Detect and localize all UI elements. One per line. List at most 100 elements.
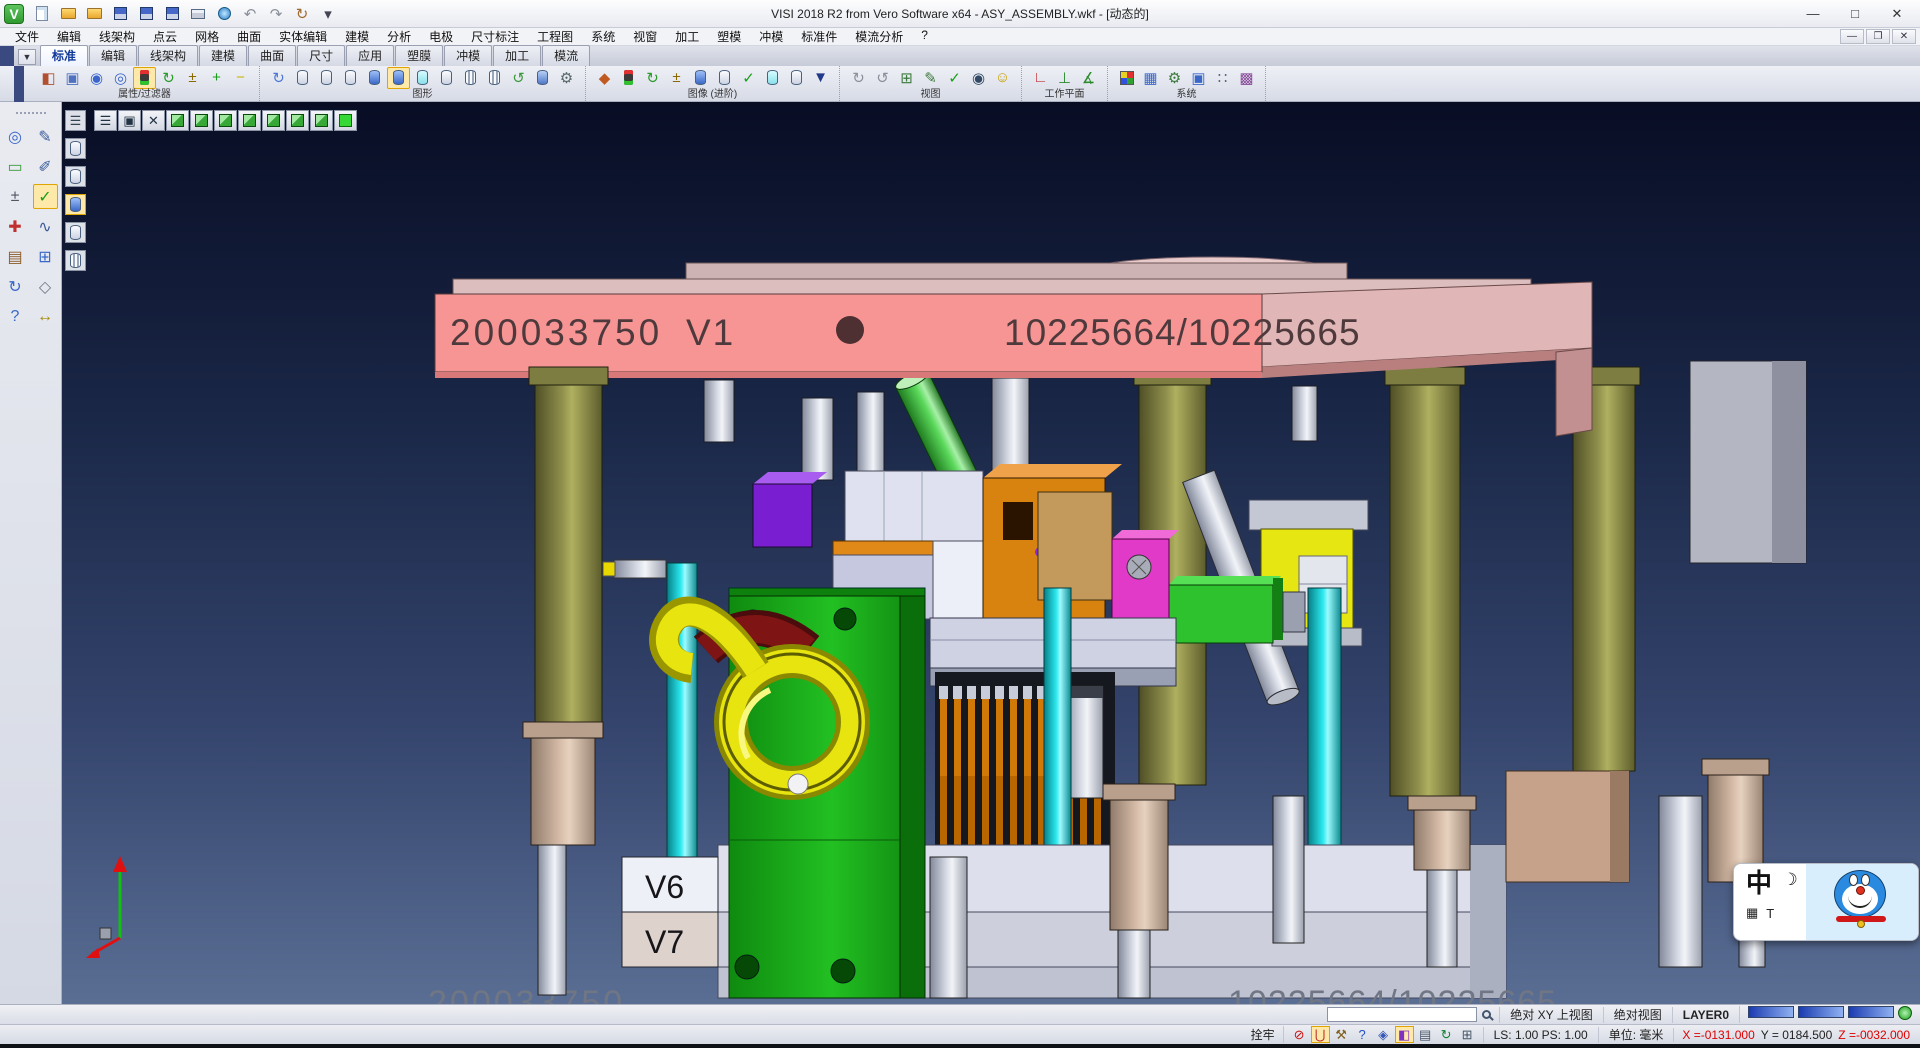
print-icon[interactable] xyxy=(186,3,210,25)
show-add-icon[interactable]: ◉ xyxy=(85,67,108,89)
color-palette-icon[interactable] xyxy=(1115,67,1138,89)
magnet-snap-icon[interactable]: ⋃ xyxy=(1311,1026,1330,1043)
menu-electrode[interactable]: 电极 xyxy=(420,28,462,45)
freehand-curve-icon[interactable]: ✐ xyxy=(33,154,58,179)
help-icon[interactable]: ? xyxy=(3,304,28,329)
select-options-icon[interactable]: ∷ xyxy=(1211,67,1234,89)
cyan-cylinder-icon[interactable] xyxy=(761,67,784,89)
view-right-icon[interactable] xyxy=(286,110,309,131)
filter-document-icon[interactable]: ▣ xyxy=(61,67,84,89)
box-select-icon[interactable]: ▭ xyxy=(3,154,28,179)
cone-display-icon[interactable]: ▼ xyxy=(809,67,832,89)
grid-settings-icon[interactable]: ▩ xyxy=(1235,67,1258,89)
color-swatch-3[interactable] xyxy=(1848,1006,1894,1023)
open-recent-icon[interactable] xyxy=(82,3,106,25)
edit-body-icon[interactable] xyxy=(531,67,554,89)
menu-analysis[interactable]: 分析 xyxy=(378,28,420,45)
confirm-check-icon[interactable]: ✓ xyxy=(33,184,58,209)
delete-sketch-icon[interactable]: ✎ xyxy=(33,124,58,149)
guide-pillar-3[interactable] xyxy=(1385,367,1465,796)
qat-dropdown-icon[interactable]: ▾ xyxy=(316,3,340,25)
layer-cylinder-4-icon[interactable] xyxy=(65,222,86,243)
mdi-restore-button[interactable]: ❐ xyxy=(1866,29,1890,44)
view-orientation-label[interactable]: 绝对 XY 上视图 xyxy=(1499,1007,1602,1023)
tab-dropdown-button[interactable]: ▼ xyxy=(18,49,36,65)
wireframe-cylinder-icon[interactable] xyxy=(291,67,314,89)
tools-icon[interactable]: ⚒ xyxy=(1332,1026,1351,1043)
zoom-extents-icon[interactable]: ± xyxy=(3,184,28,209)
view-back-icon[interactable] xyxy=(238,110,261,131)
clip-plane-icon[interactable] xyxy=(785,67,808,89)
tab-surface[interactable]: 曲面 xyxy=(248,45,296,66)
view-plane-icon[interactable]: ⊞ xyxy=(895,67,918,89)
tab-progress[interactable]: 冲模 xyxy=(444,45,492,66)
workplane-swap-icon[interactable]: ∡ xyxy=(1077,67,1100,89)
mdi-close-button[interactable]: ✕ xyxy=(1892,29,1916,44)
tab-standard[interactable]: 标准 xyxy=(40,45,88,66)
view-top-icon[interactable] xyxy=(310,110,333,131)
tab-mould[interactable]: 塑膜 xyxy=(395,45,443,66)
ejector-pin-cluster[interactable] xyxy=(935,672,1115,860)
auto-rotate-icon[interactable]: ↻ xyxy=(1437,1026,1456,1043)
multi-body-icon[interactable] xyxy=(483,67,506,89)
maximize-button[interactable]: □ xyxy=(1834,2,1876,26)
sprue-fitting[interactable] xyxy=(603,560,666,578)
menu-mesh[interactable]: 网格 xyxy=(186,28,228,45)
graphics-viewport[interactable]: 200033750 V1 10225664/10225665 xyxy=(62,102,1920,1004)
menu-flow-analysis[interactable]: 模流分析 xyxy=(846,28,912,45)
open-file-icon[interactable] xyxy=(56,3,80,25)
menu-wireframe[interactable]: 线架构 xyxy=(90,28,144,45)
context-help-icon[interactable]: ? xyxy=(1353,1026,1372,1043)
no-snap-icon[interactable]: ⊘ xyxy=(1290,1026,1309,1043)
view-mode-label[interactable]: 绝对视图 xyxy=(1603,1007,1672,1023)
vp-panels-icon[interactable]: ▣ xyxy=(118,110,141,131)
search-input[interactable] xyxy=(1327,1007,1477,1022)
menu-edit[interactable]: 编辑 xyxy=(48,28,90,45)
show-remove-icon[interactable]: ◎ xyxy=(109,67,132,89)
active-layer-label[interactable]: LAYER0 xyxy=(1672,1007,1739,1023)
tab-application[interactable]: 应用 xyxy=(346,45,394,66)
file-history-icon[interactable]: ↻ xyxy=(290,3,314,25)
tab-modeling[interactable]: 建模 xyxy=(199,45,247,66)
menu-mould[interactable]: 塑模 xyxy=(708,28,750,45)
keyboard-icon[interactable]: ▦ xyxy=(1746,905,1758,921)
menu-file[interactable]: 文件 xyxy=(6,28,48,45)
strip-menu-icon[interactable]: ☰ xyxy=(65,110,86,131)
menu-machining[interactable]: 加工 xyxy=(666,28,708,45)
color-table-icon[interactable]: ▦ xyxy=(1139,67,1162,89)
refresh-visibility-icon[interactable]: ↻ xyxy=(157,67,180,89)
close-button[interactable]: ✕ xyxy=(1876,2,1918,26)
ucs-cube-icon[interactable]: ◧ xyxy=(1395,1026,1414,1043)
menu-help[interactable]: ? xyxy=(912,28,937,45)
visibility-toggle-icon[interactable]: ± xyxy=(181,67,204,89)
advanced-filter-icon[interactable] xyxy=(617,67,640,89)
color-swatch-1[interactable] xyxy=(1748,1006,1794,1023)
menu-progress[interactable]: 冲模 xyxy=(750,28,792,45)
save-all-icon[interactable] xyxy=(160,3,184,25)
search-icon[interactable] xyxy=(1482,1010,1491,1019)
view-iso-sw-icon[interactable] xyxy=(190,110,213,131)
new-document-icon[interactable] xyxy=(30,3,54,25)
tab-edit[interactable]: 编辑 xyxy=(89,45,137,66)
smiley-render-icon[interactable]: ☺ xyxy=(991,67,1014,89)
vp-menu-icon[interactable]: ☰ xyxy=(94,110,117,131)
vp-close-icon[interactable]: ✕ xyxy=(142,110,165,131)
dashed-cylinder-icon[interactable] xyxy=(339,67,362,89)
menu-pointcloud[interactable]: 点云 xyxy=(144,28,186,45)
color-swatch-2[interactable] xyxy=(1798,1006,1844,1023)
selection-filter-icon[interactable] xyxy=(133,67,156,89)
recycle-body-icon[interactable]: ↺ xyxy=(507,67,530,89)
ime-language-indicator[interactable]: 中 xyxy=(1746,870,1772,896)
view-iso-se-icon[interactable] xyxy=(166,110,189,131)
regen-shaded-icon[interactable]: ↻ xyxy=(641,67,664,89)
refresh-scene-icon[interactable]: ↻ xyxy=(3,274,28,299)
menu-standard-parts[interactable]: 标准件 xyxy=(792,28,846,45)
menu-dimension[interactable]: 尺寸标注 xyxy=(462,28,528,45)
attributes-palette-icon[interactable]: ▤ xyxy=(3,244,28,269)
shaded-edges-cylinder-icon[interactable] xyxy=(387,67,410,89)
confirm-view-icon[interactable]: ✓ xyxy=(943,67,966,89)
model-scene[interactable]: 200033750 V1 10225664/10225665 xyxy=(62,102,1920,1004)
system-settings-icon[interactable]: ⚙ xyxy=(1163,67,1186,89)
dynamic-view-icon[interactable]: ◆ xyxy=(593,67,616,89)
filter-palette-icon[interactable]: ◧ xyxy=(37,67,60,89)
